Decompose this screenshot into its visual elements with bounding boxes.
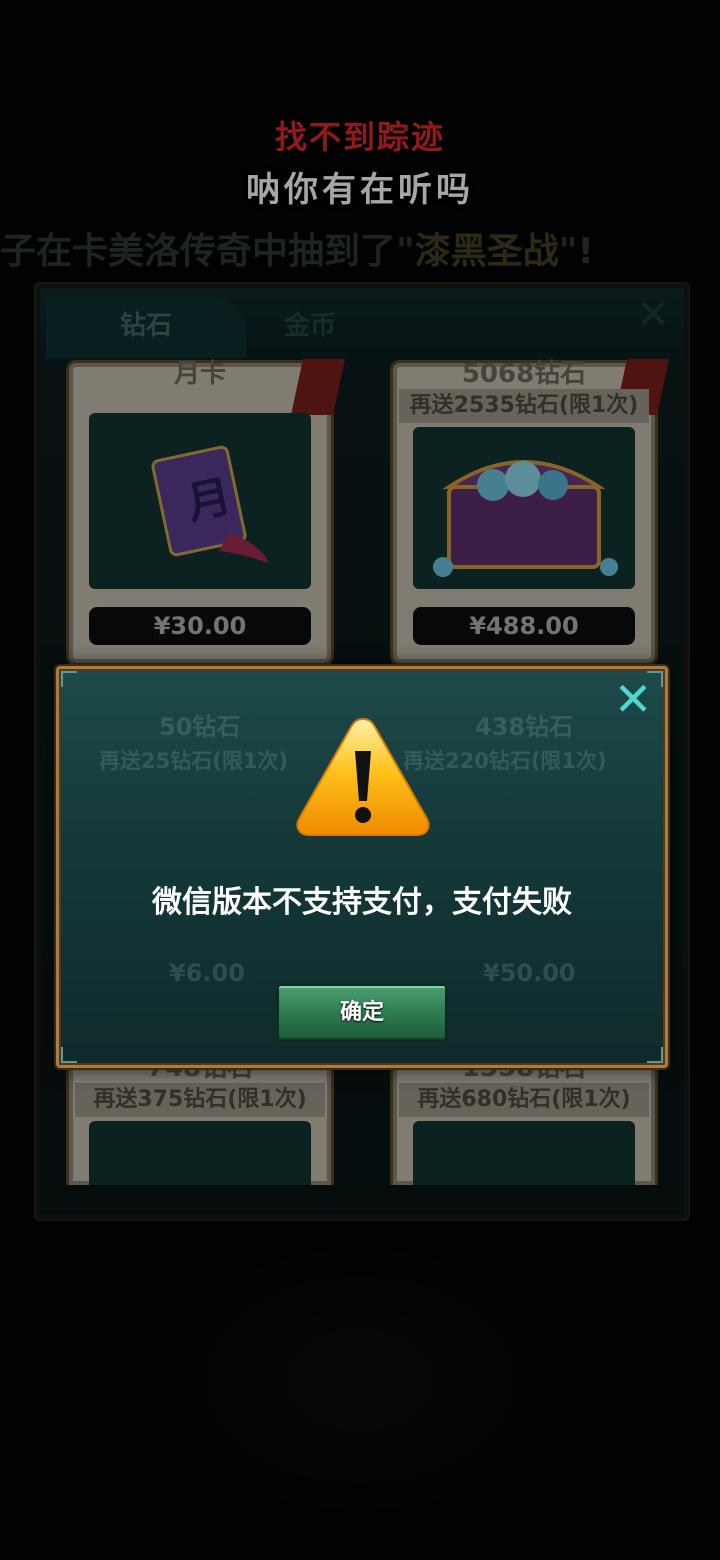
corner-ornament: [61, 1047, 77, 1063]
close-icon[interactable]: ✕: [611, 676, 655, 722]
ghost-price: ¥50.00: [483, 959, 576, 987]
ghost-title: 50钻石: [159, 713, 241, 741]
ghost-bonus: 再送25钻石(限1次): [99, 749, 289, 773]
payment-error-dialog: 50钻石 再送25钻石(限1次) 438钻石 再送220钻石(限1次) ¥6.0…: [56, 666, 668, 1068]
warning-icon: [296, 717, 430, 836]
ghost-title: 438钻石: [475, 713, 574, 741]
ghost-price: ¥6.00: [169, 959, 245, 987]
ghost-bonus: 再送220钻石(限1次): [403, 749, 607, 773]
confirm-button[interactable]: 确定: [277, 984, 447, 1042]
corner-ornament: [647, 1047, 663, 1063]
error-message: 微信版本不支持支付，支付失败: [152, 885, 572, 920]
corner-ornament: [61, 671, 77, 687]
